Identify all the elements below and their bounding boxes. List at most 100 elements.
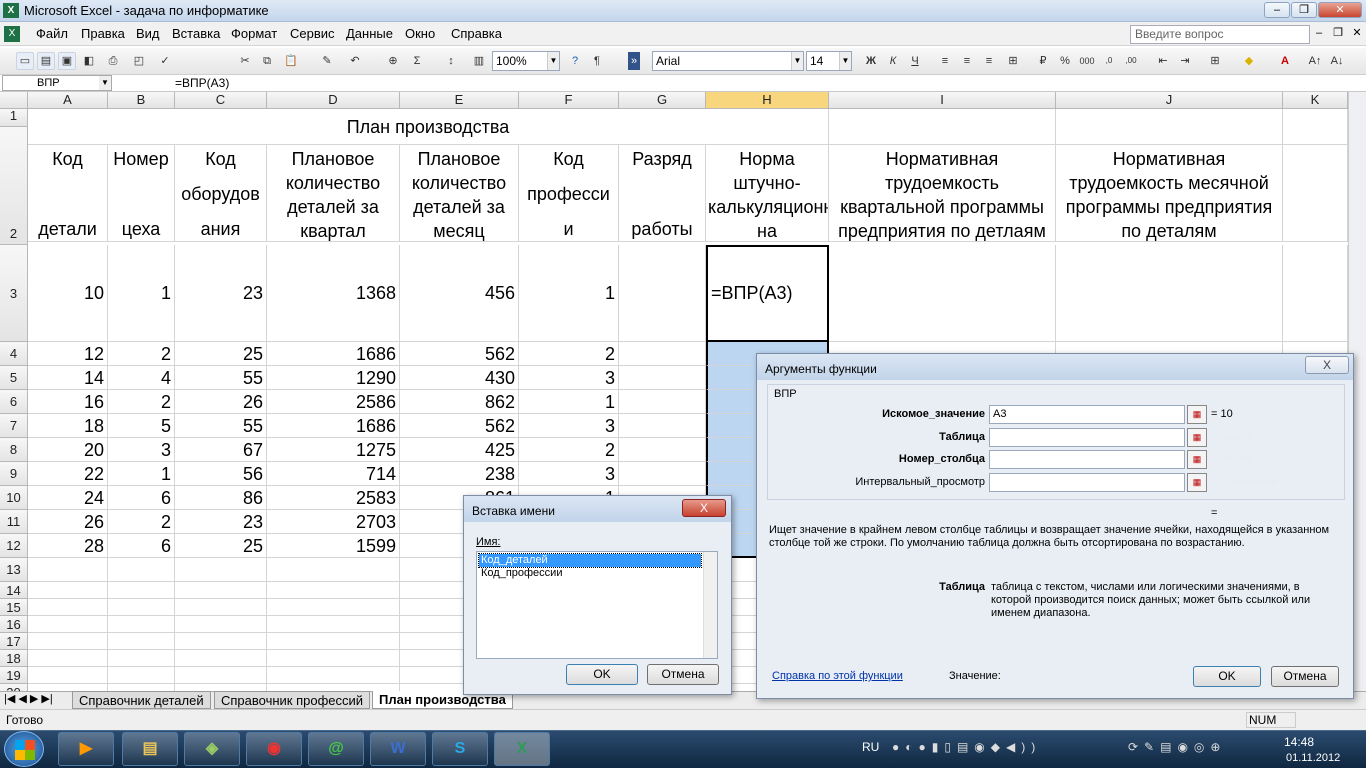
cell[interactable] — [28, 582, 108, 599]
data-cell[interactable]: 12 — [28, 342, 108, 366]
data-cell[interactable]: 18 — [28, 414, 108, 438]
column-header[interactable]: E — [400, 92, 519, 109]
data-cell[interactable]: 28 — [28, 534, 108, 558]
data-cell[interactable]: 23 — [175, 510, 267, 534]
close-button[interactable]: ✕ — [1318, 2, 1362, 18]
bold-button[interactable]: Ж — [862, 52, 880, 70]
data-cell[interactable]: 22 — [28, 462, 108, 486]
data-cell[interactable]: 23 — [175, 245, 267, 342]
menu-file[interactable]: Файл — [36, 26, 68, 41]
cancel-button[interactable]: Отмена — [1271, 666, 1339, 687]
format-painter-icon[interactable]: ✎ — [318, 52, 336, 70]
cell[interactable] — [267, 616, 400, 633]
cell[interactable] — [267, 558, 400, 582]
header-cell-c[interactable]: Код оборудов ания — [175, 145, 267, 242]
ok-button[interactable]: OK — [1193, 666, 1261, 687]
maximize-button[interactable]: ❐ — [1291, 2, 1317, 18]
start-button[interactable] — [4, 731, 44, 767]
header-cell-j[interactable]: Нормативная трудоемкость месячной програ… — [1056, 145, 1283, 242]
header-cell-i[interactable]: Нормативная трудоемкость квартальной про… — [829, 145, 1056, 242]
data-cell[interactable]: 6 — [108, 534, 175, 558]
row-header[interactable]: 14 — [0, 582, 28, 599]
cut-icon[interactable]: ✂ — [236, 52, 254, 70]
formula-input[interactable]: =ВПР(A3) — [175, 76, 229, 90]
ok-button[interactable]: OK — [566, 664, 638, 685]
data-cell[interactable]: 3 — [519, 462, 619, 486]
header-cell-a[interactable]: Код детали — [28, 145, 108, 242]
data-cell[interactable]: 67 — [175, 438, 267, 462]
align-center-icon[interactable]: ≡ — [958, 52, 976, 70]
active-cell[interactable]: =ВПР(A3) — [706, 245, 829, 342]
language-indicator[interactable]: RU — [862, 740, 879, 754]
font-size-select[interactable]: 14 ▼ — [806, 51, 852, 71]
help-search-input[interactable]: Введите вопрос — [1130, 25, 1310, 44]
cell[interactable] — [175, 667, 267, 684]
name-box[interactable]: ВПР ▼ — [2, 75, 112, 91]
data-cell[interactable]: 425 — [400, 438, 519, 462]
zoom-select[interactable]: 100% ▼ — [492, 51, 560, 71]
data-cell[interactable]: 1 — [519, 245, 619, 342]
cell[interactable] — [267, 599, 400, 616]
column-header[interactable]: C — [175, 92, 267, 109]
menu-view[interactable]: Вид — [136, 26, 160, 41]
range-picker-icon[interactable]: ▦ — [1187, 473, 1207, 492]
row-header[interactable]: 4 — [0, 342, 28, 366]
data-cell[interactable]: 6 — [108, 486, 175, 510]
save-icon[interactable]: ▣ — [58, 52, 76, 70]
gadget-icon[interactable]: ◈ — [184, 732, 240, 766]
row-header[interactable]: 11 — [0, 510, 28, 534]
borders-icon[interactable]: ⊞ — [1206, 52, 1224, 70]
menu-window[interactable]: Окно — [405, 26, 435, 41]
cell[interactable] — [175, 599, 267, 616]
cell[interactable] — [619, 342, 706, 366]
data-cell[interactable]: 1 — [108, 462, 175, 486]
row-header[interactable]: 6 — [0, 390, 28, 414]
row-header[interactable]: 7 — [0, 414, 28, 438]
chrome-icon[interactable]: ◉ — [246, 732, 302, 766]
doc-restore-button[interactable]: ❐ — [1329, 26, 1347, 42]
doc-close-button[interactable]: ✕ — [1348, 26, 1366, 42]
print-icon[interactable]: ⎙ — [104, 52, 122, 70]
sheet-title[interactable]: План производства — [28, 109, 829, 145]
menu-tools[interactable]: Сервис — [290, 26, 335, 41]
cell[interactable] — [175, 684, 267, 691]
data-cell[interactable]: 4 — [108, 366, 175, 390]
close-icon[interactable]: X — [1305, 356, 1349, 374]
cell[interactable] — [619, 438, 706, 462]
arg-column-index-input[interactable] — [989, 450, 1185, 469]
cell[interactable] — [619, 462, 706, 486]
cancel-button[interactable]: Отмена — [647, 664, 719, 685]
fill-color-icon[interactable]: ◆ — [1240, 52, 1258, 70]
cell[interactable] — [829, 245, 1056, 342]
cell[interactable] — [619, 414, 706, 438]
cell[interactable] — [1056, 109, 1283, 145]
cell[interactable] — [1283, 109, 1348, 145]
menu-format[interactable]: Формат — [231, 26, 277, 41]
row-header[interactable]: 10 — [0, 486, 28, 510]
menu-help[interactable]: Справка — [451, 26, 502, 41]
cell[interactable] — [619, 366, 706, 390]
data-cell[interactable]: 1275 — [267, 438, 400, 462]
font-select[interactable]: Arial ▼ — [652, 51, 804, 71]
cell[interactable] — [28, 667, 108, 684]
spelling-icon[interactable]: ✓ — [156, 52, 174, 70]
data-cell[interactable]: 562 — [400, 342, 519, 366]
menu-edit[interactable]: Правка — [81, 26, 125, 41]
sort-icon[interactable]: ↕ — [442, 52, 460, 70]
cell[interactable] — [108, 616, 175, 633]
tray-icons[interactable]: ●◐●▮▯▤◉◆◀)) — [892, 740, 1041, 754]
cell[interactable] — [108, 650, 175, 667]
increase-indent-icon[interactable]: ⇥ — [1176, 52, 1194, 70]
explorer-icon[interactable]: ▤ — [122, 732, 178, 766]
column-header[interactable]: I — [829, 92, 1056, 109]
help-icon[interactable]: ? — [566, 52, 584, 70]
header-cell-d[interactable]: Плановое количество деталей за квартал — [267, 145, 400, 242]
currency-icon[interactable]: ₽ — [1034, 52, 1052, 70]
row-header[interactable]: 17 — [0, 633, 28, 650]
permission-icon[interactable]: ◧ — [80, 52, 98, 70]
cell[interactable] — [108, 667, 175, 684]
row-header[interactable]: 1 — [0, 109, 28, 127]
data-cell[interactable]: 24 — [28, 486, 108, 510]
cell[interactable] — [829, 109, 1056, 145]
undo-icon[interactable]: ↶ — [346, 52, 364, 70]
